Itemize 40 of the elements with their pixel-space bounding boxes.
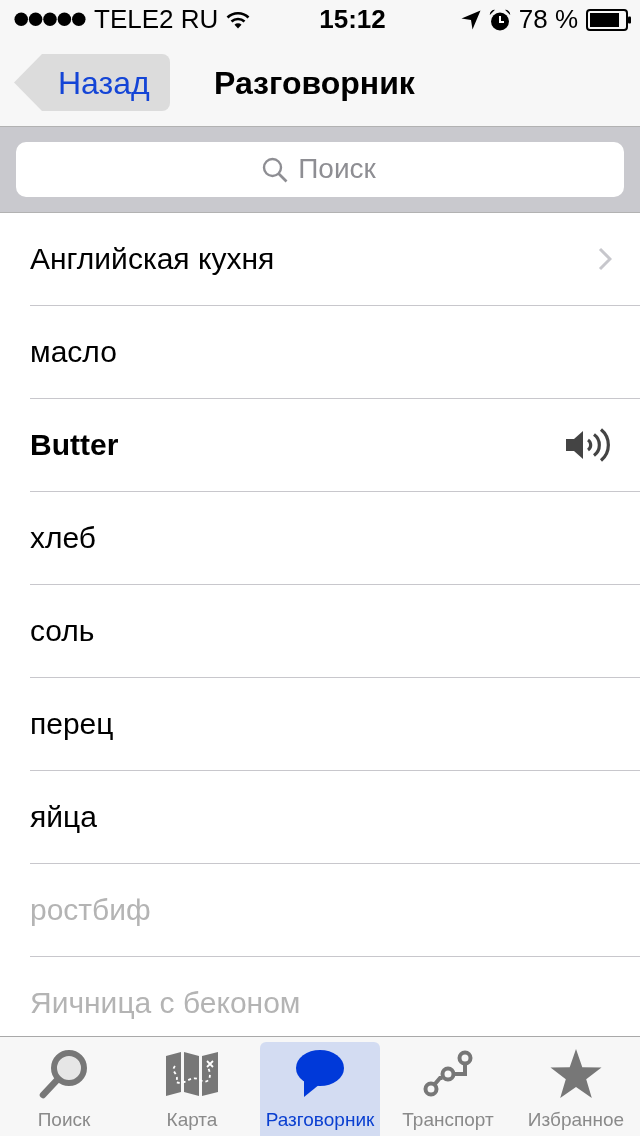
row-text: масло [30,333,118,370]
screen-title: Разговорник [214,63,415,103]
row-text: перец [30,705,115,742]
tab[interactable]: Карта [132,1042,252,1136]
tab[interactable]: Разговорник [260,1042,380,1136]
phrase-row[interactable]: хлеб [30,491,640,585]
wifi-icon [226,10,251,29]
chevron-right-icon [598,246,612,271]
row-text: Яичница с беконом [30,984,302,1021]
tab[interactable]: Поиск [4,1042,124,1136]
translation-row[interactable]: Butter [30,398,640,492]
row-text: Butter [30,426,120,463]
carrier-text: TELE2 RU [94,3,219,37]
alarm-clock-icon [488,8,511,31]
tab[interactable]: Транспорт [388,1042,508,1136]
time-text: 15:12 [319,3,386,37]
row-text: яйца [30,798,98,835]
tab[interactable]: Избранное [516,1042,636,1136]
location-arrow-icon [460,9,481,30]
signal-icon [14,12,86,27]
battery-percent-text: 78 % [518,3,578,37]
battery-icon [586,8,632,31]
connected-nodes-icon [423,1050,473,1098]
phrase-row[interactable]: соль [30,584,640,678]
row-text: соль [30,612,96,649]
folded-map-icon [166,1052,218,1096]
back-button[interactable]: Назад [14,54,170,112]
category-row[interactable]: Английская кухня [30,212,640,306]
magnifier-icon [38,1048,90,1100]
phrase-row[interactable]: перец [30,677,640,771]
phrase-row[interactable]: масло [30,305,640,399]
row-text: Английская кухня [30,240,276,277]
row-text: ростбиф [30,891,152,928]
phrase-row[interactable]: яйца [30,770,640,864]
row-text: хлеб [30,519,98,556]
star-icon [550,1049,602,1099]
search-icon [262,156,288,183]
search-field[interactable]: Поиск [16,141,624,197]
speaker-icon [566,427,612,462]
speech-bubble-icon [295,1049,345,1099]
